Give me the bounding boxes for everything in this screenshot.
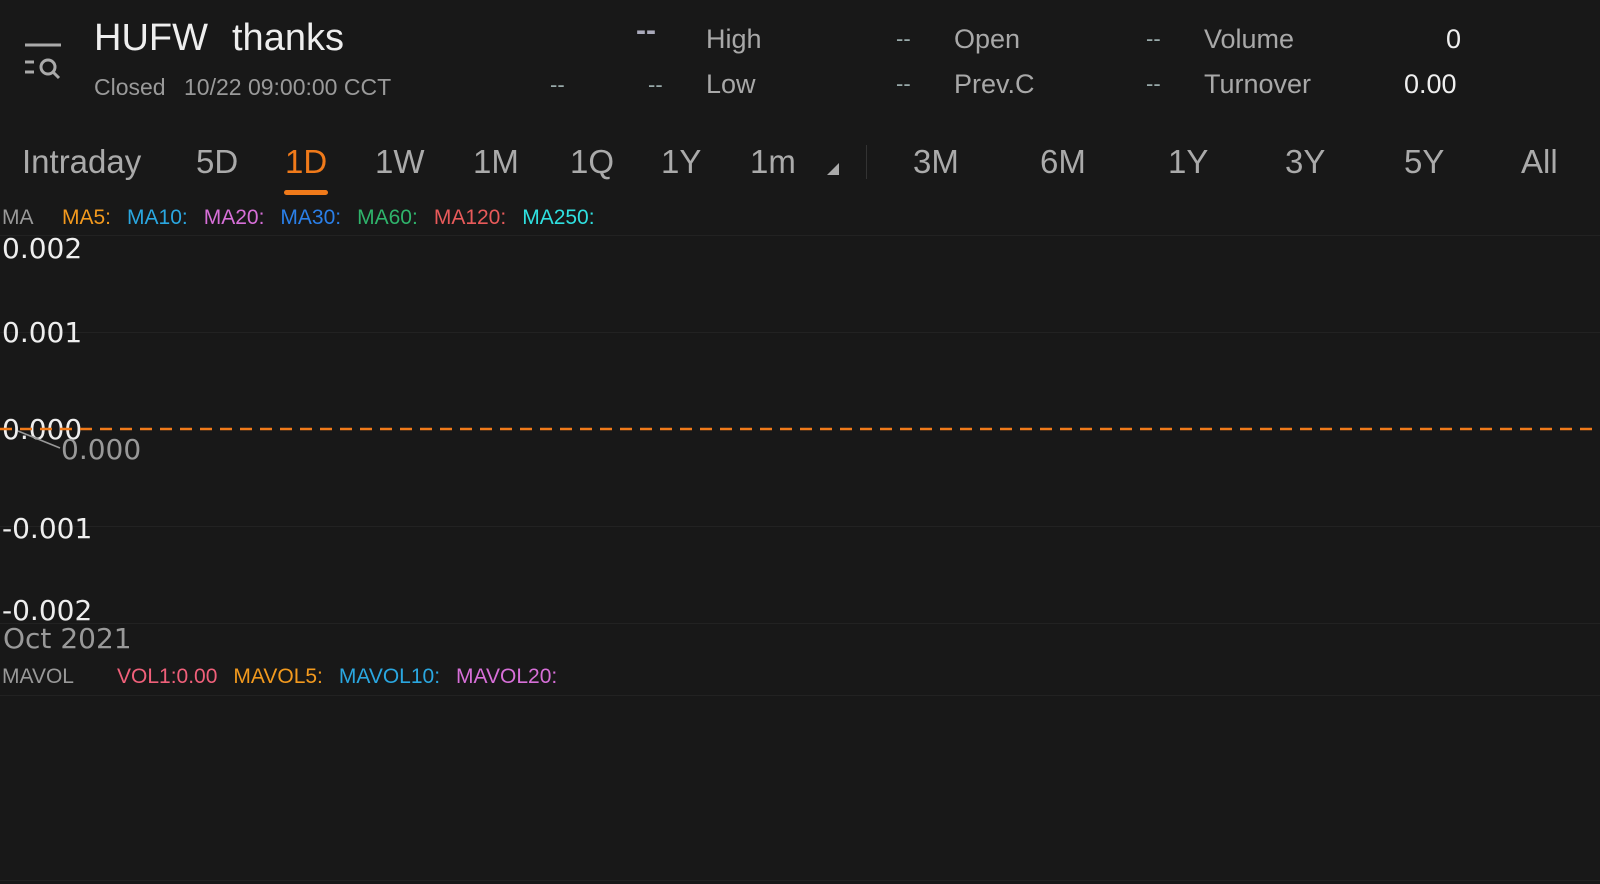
legend-item: VOL1:0.00 bbox=[117, 665, 218, 688]
legend-item: MAVOL10: bbox=[338, 665, 441, 688]
gridline bbox=[0, 526, 1600, 527]
tab-1d[interactable]: 1D bbox=[285, 143, 327, 181]
stat-value: 0 bbox=[1446, 24, 1462, 54]
tab-1q[interactable]: 1Q bbox=[570, 143, 614, 181]
reference-line bbox=[0, 427, 1600, 449]
change-pct: -- bbox=[648, 72, 663, 97]
tab-divider bbox=[866, 145, 867, 179]
gridline bbox=[0, 695, 1600, 696]
stat-value: 0.00 bbox=[1404, 69, 1457, 99]
stat-value: -- bbox=[896, 26, 911, 51]
y-tick: -0.001 bbox=[2, 512, 93, 545]
change: -- bbox=[550, 72, 565, 97]
tab-3y[interactable]: 3Y bbox=[1285, 143, 1325, 181]
symbol: HUFW bbox=[94, 17, 208, 59]
tab-1w[interactable]: 1W bbox=[375, 143, 425, 181]
vol-legend-title: MAVOL bbox=[2, 665, 74, 688]
menu-search-button[interactable] bbox=[22, 42, 64, 82]
tab-1y[interactable]: 1Y bbox=[661, 143, 701, 181]
stat-value: -- bbox=[1146, 26, 1161, 51]
legend-item: MA20: bbox=[203, 206, 265, 229]
gridline bbox=[0, 880, 1600, 881]
tab-5d[interactable]: 5D bbox=[196, 143, 238, 181]
tab-3m[interactable]: 3M bbox=[913, 143, 959, 181]
y-tick: 0.002 bbox=[2, 232, 83, 265]
dropdown-triangle-icon bbox=[827, 163, 839, 175]
legend-item: MA10: bbox=[127, 206, 188, 229]
tab-minute-dropdown[interactable]: 1m bbox=[750, 143, 796, 181]
legend-item: MA5: bbox=[62, 206, 112, 229]
stat-label: Volume bbox=[1204, 24, 1295, 54]
tab-1m[interactable]: 1M bbox=[473, 143, 519, 181]
tab-5y[interactable]: 5Y bbox=[1404, 143, 1444, 181]
gridline bbox=[0, 623, 1600, 624]
vol-legend: VOL1:0.00 MAVOL5: MAVOL10: MAVOL20: bbox=[117, 665, 557, 689]
market-status: Closed bbox=[94, 74, 166, 100]
menu-search-icon bbox=[25, 43, 61, 80]
gridline bbox=[0, 332, 1600, 333]
tab-6m[interactable]: 6M bbox=[1040, 143, 1086, 181]
ma-legend-title: MA bbox=[2, 206, 34, 229]
legend-item: MA250: bbox=[522, 206, 595, 229]
stat-value: -- bbox=[896, 71, 911, 96]
tab-1y-long[interactable]: 1Y bbox=[1168, 143, 1208, 181]
stat-label: Low bbox=[706, 69, 756, 99]
legend-item: MAVOL20: bbox=[456, 665, 558, 688]
tab-intraday[interactable]: Intraday bbox=[22, 143, 141, 181]
gridline bbox=[0, 235, 1600, 236]
legend-item: MAVOL5: bbox=[233, 665, 323, 688]
stock-name: thanks bbox=[232, 17, 344, 59]
legend-item: MA120: bbox=[433, 206, 507, 229]
stat-label: Open bbox=[954, 24, 1021, 54]
reference-line-label: 0.000 bbox=[61, 433, 142, 466]
stat-label: High bbox=[706, 24, 762, 54]
quote-time: 10/22 09:00:00 CCT bbox=[184, 74, 392, 100]
tab-all[interactable]: All bbox=[1521, 143, 1558, 181]
last-price: -- bbox=[636, 14, 656, 47]
ma-legend: MA5: MA10: MA20: MA30: MA60: MA120: MA250: bbox=[62, 206, 595, 230]
stat-label: Turnover bbox=[1204, 69, 1312, 99]
stat-label: Prev.C bbox=[954, 69, 1035, 99]
legend-item: MA30: bbox=[280, 206, 342, 229]
legend-item: MA60: bbox=[357, 206, 418, 229]
stat-value: -- bbox=[1146, 71, 1161, 96]
y-tick: 0.001 bbox=[2, 316, 83, 349]
active-tab-indicator bbox=[284, 190, 328, 195]
x-tick: Oct 2021 bbox=[3, 622, 132, 655]
